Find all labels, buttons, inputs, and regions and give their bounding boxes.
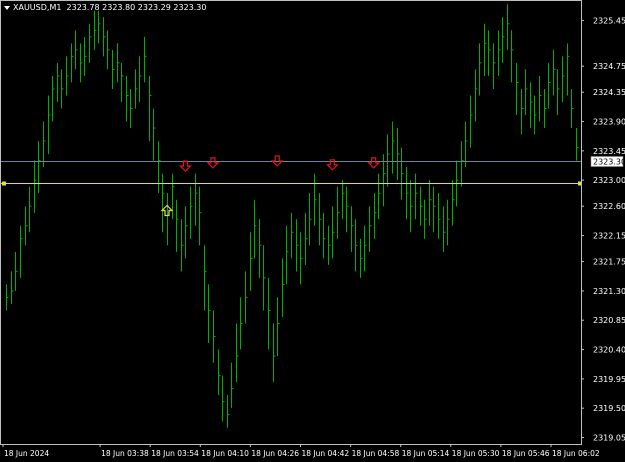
time-tick-label: 18 Jun 06:02: [552, 449, 600, 458]
price-tick-label: 2322.60: [593, 202, 625, 211]
price-tick-label: 2323.00: [593, 176, 625, 185]
price-tick-label: 2323.45: [593, 147, 625, 156]
time-tick-label: 18 Jun 04:10: [201, 449, 249, 458]
time-tick-label: 18 Jun 04:58: [352, 449, 400, 458]
price-tick-label: 2319.95: [593, 375, 625, 384]
time-tick-label: 18 Jun 05:14: [402, 449, 450, 458]
price-tick-label: 2321.30: [593, 287, 625, 296]
price-tick-label: 2323.90: [593, 118, 625, 127]
price-tick-label: 2321.75: [593, 258, 625, 267]
collapse-triangle-icon[interactable]: [4, 5, 10, 10]
price-tick-label: 2319.50: [593, 404, 625, 413]
price-tick-label: 2322.15: [593, 232, 625, 241]
line-handle-left: [2, 181, 6, 186]
price-tick-label: 2320.85: [593, 316, 625, 325]
price-tick-label: 2325.45: [593, 17, 625, 26]
price-tick-label: 2324.75: [593, 62, 625, 71]
chart-header: XAUUSD,M1 2323.78 2323.80 2323.29 2323.3…: [4, 3, 207, 12]
ohlc-values: 2323.78 2323.80 2323.29 2323.30: [66, 3, 207, 12]
time-tick-label: 18 Jun 03:38: [101, 449, 149, 458]
time-tick-label: 18 Jun 04:42: [302, 449, 350, 458]
current-price-label: 2323.30: [593, 158, 625, 167]
time-tick-label: 18 Jun 05:46: [502, 449, 550, 458]
chart-background: [0, 0, 625, 462]
price-tick-label: 2320.40: [593, 346, 625, 355]
time-tick-label: 18 Jun 2024: [4, 449, 49, 458]
time-tick-label: 18 Jun 05:30: [452, 449, 500, 458]
price-chart[interactable]: 2325.45 2324.75 2324.35 2323.90 2323.45 2323.…: [0, 0, 625, 462]
price-tick-label: 2324.35: [593, 88, 625, 97]
price-tick-label: 2319.05: [593, 433, 625, 442]
symbol-label: XAUUSD,M1: [13, 3, 62, 12]
time-tick-label: 18 Jun 04:26: [251, 449, 299, 458]
time-tick-label: 18 Jun 03:54: [151, 449, 199, 458]
